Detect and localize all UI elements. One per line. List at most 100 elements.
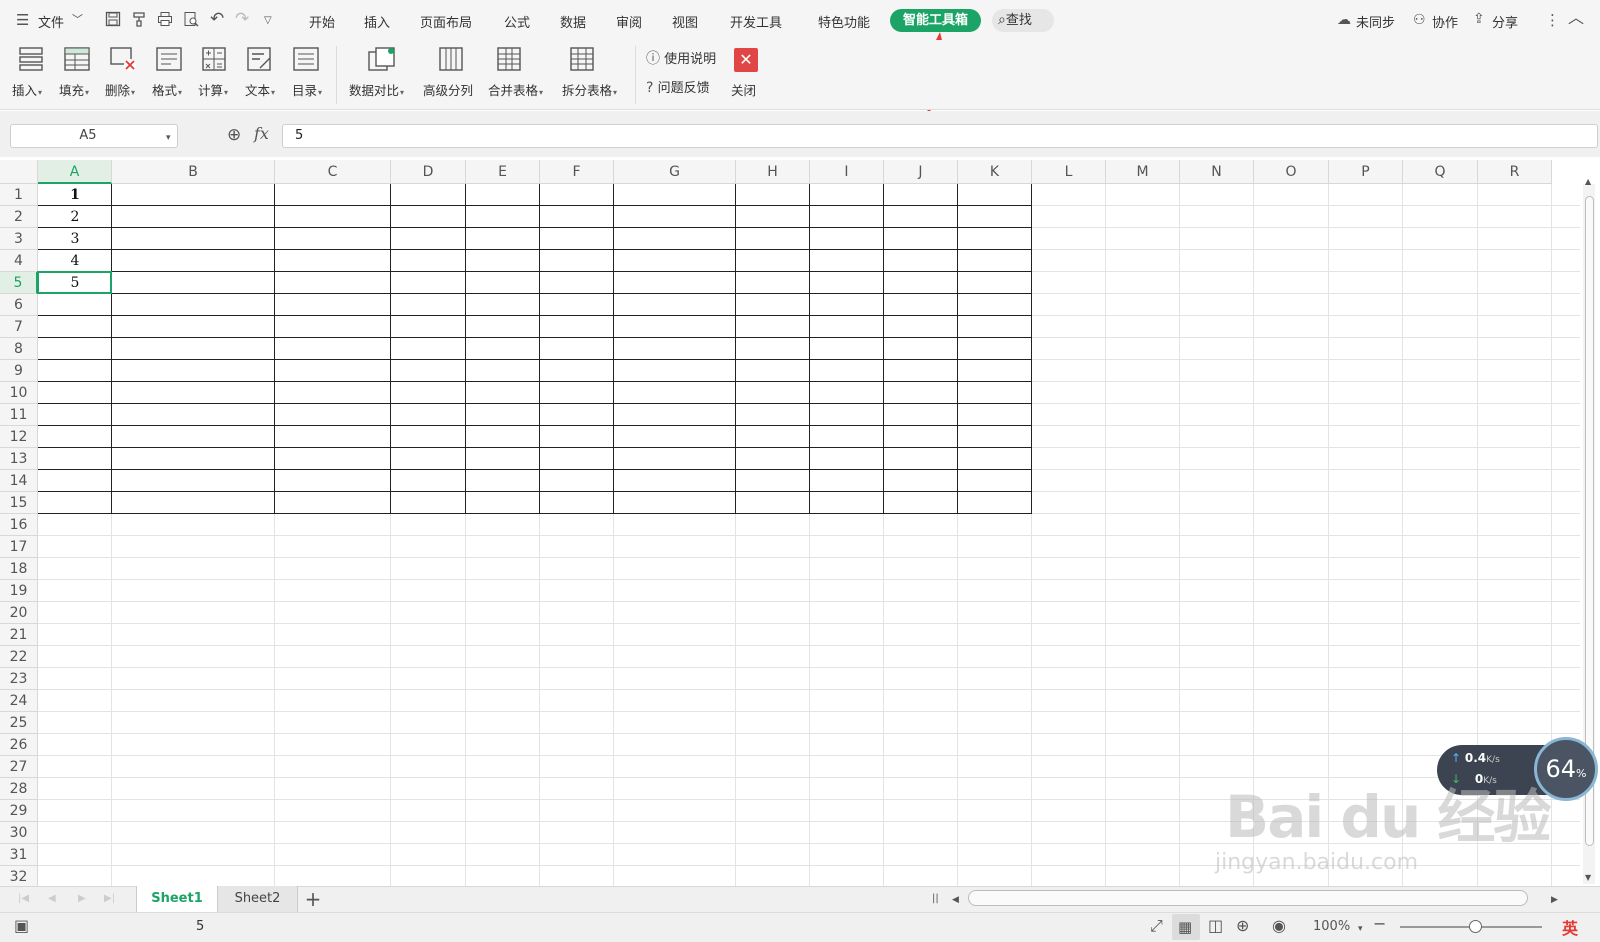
tab-formulas[interactable]: 公式 xyxy=(504,12,530,31)
row-header-22[interactable]: 22 xyxy=(0,646,38,668)
column-header-Q[interactable]: Q xyxy=(1403,160,1478,184)
row-header-2[interactable]: 2 xyxy=(0,206,38,228)
row-header-6[interactable]: 6 xyxy=(0,294,38,316)
row-header-14[interactable]: 14 xyxy=(0,470,38,492)
column-header-A[interactable]: A xyxy=(38,160,112,184)
merge-tables-label[interactable]: 合并表格▾ xyxy=(488,80,543,99)
cell-A1[interactable]: 1 xyxy=(38,184,112,206)
column-header-B[interactable]: B xyxy=(112,160,275,184)
feedback-button[interactable]: ? 问题反馈 xyxy=(646,77,710,96)
formula-input[interactable]: 5 xyxy=(282,124,1598,148)
select-all-corner[interactable] xyxy=(0,160,38,184)
close-label[interactable]: 关闭 xyxy=(731,80,756,99)
scroll-right-icon[interactable]: ▶ xyxy=(1551,892,1558,908)
calculate-button[interactable] xyxy=(194,46,234,72)
cell-A2[interactable]: 2 xyxy=(38,206,112,228)
tab-review[interactable]: 审阅 xyxy=(616,12,642,31)
column-header-O[interactable]: O xyxy=(1254,160,1329,184)
row-header-21[interactable]: 21 xyxy=(0,624,38,646)
normal-view-button[interactable]: ▦ xyxy=(1172,914,1200,940)
row-header-13[interactable]: 13 xyxy=(0,448,38,470)
column-header-M[interactable]: M xyxy=(1106,160,1180,184)
prev-sheet-icon[interactable]: ◀ xyxy=(48,891,56,907)
eye-protection-icon[interactable]: ◉ xyxy=(1272,918,1286,934)
fullscreen-icon[interactable]: ⤢ xyxy=(1150,918,1163,934)
customize-toolbar-icon[interactable]: ▽ xyxy=(264,13,272,29)
first-sheet-icon[interactable]: |◀ xyxy=(18,891,29,907)
tab-home[interactable]: 开始 xyxy=(309,12,335,31)
column-header-I[interactable]: I xyxy=(810,160,884,184)
help-button[interactable]: ⓘ 使用说明 xyxy=(646,48,716,67)
save-icon[interactable] xyxy=(105,11,121,30)
row-header-16[interactable]: 16 xyxy=(0,514,38,536)
advanced-split-label[interactable]: 高级分列 xyxy=(423,80,473,99)
collaborate-button[interactable]: 协作 xyxy=(1432,12,1458,31)
sync-status[interactable]: 未同步 xyxy=(1356,12,1395,31)
collapse-ribbon-icon[interactable]: ︿ xyxy=(1568,10,1584,26)
tab-data[interactable]: 数据 xyxy=(560,12,586,31)
column-header-F[interactable]: F xyxy=(540,160,614,184)
tab-page-layout[interactable]: 页面布局 xyxy=(420,12,472,31)
cell-A4[interactable]: 4 xyxy=(38,250,112,272)
function-icon[interactable]: fx xyxy=(254,126,269,142)
split-handle-icon[interactable]: || xyxy=(932,891,939,907)
ime-indicator[interactable]: 英 xyxy=(1562,915,1578,939)
fill-label[interactable]: 填充▾ xyxy=(59,80,89,99)
format-painter-icon[interactable] xyxy=(131,11,147,30)
row-header-19[interactable]: 19 xyxy=(0,580,38,602)
column-header-G[interactable]: G xyxy=(614,160,736,184)
chevron-down-icon[interactable]: ﹀ xyxy=(72,12,83,28)
zoom-formula-icon[interactable]: ⊕ xyxy=(227,127,241,144)
row-header-4[interactable]: 4 xyxy=(0,250,38,272)
column-header-L[interactable]: L xyxy=(1032,160,1106,184)
row-header-30[interactable]: 30 xyxy=(0,822,38,844)
split-tables-button[interactable] xyxy=(562,46,602,72)
row-header-17[interactable]: 17 xyxy=(0,536,38,558)
delete-label[interactable]: 删除▾ xyxy=(105,80,135,99)
close-icon[interactable]: ✕ xyxy=(734,48,758,72)
scroll-up-icon[interactable]: ▲ xyxy=(1585,174,1591,190)
redo-icon[interactable]: ↷ xyxy=(235,11,249,28)
tab-special-features[interactable]: 特色功能 xyxy=(818,12,870,31)
row-header-15[interactable]: 15 xyxy=(0,492,38,514)
column-header-N[interactable]: N xyxy=(1180,160,1254,184)
text-button[interactable] xyxy=(240,46,280,72)
more-options-icon[interactable]: ⋮ xyxy=(1545,12,1560,28)
row-header-18[interactable]: 18 xyxy=(0,558,38,580)
column-header-H[interactable]: H xyxy=(736,160,810,184)
row-header-29[interactable]: 29 xyxy=(0,800,38,822)
page-break-view-icon[interactable]: ◫ xyxy=(1208,918,1223,934)
hamburger-menu-icon[interactable]: ☰ xyxy=(16,12,29,28)
row-header-32[interactable]: 32 xyxy=(0,866,38,888)
name-box-dropdown-icon[interactable]: ▾ xyxy=(166,130,171,146)
data-compare-label[interactable]: 数据对比▾ xyxy=(349,80,404,99)
zoom-level[interactable]: 100% xyxy=(1313,919,1350,934)
format-label[interactable]: 格式▾ xyxy=(152,80,182,99)
share-button[interactable]: 分享 xyxy=(1492,12,1518,31)
row-header-20[interactable]: 20 xyxy=(0,602,38,624)
delete-button[interactable] xyxy=(103,46,143,72)
zoom-dropdown-icon[interactable]: ▾ xyxy=(1358,921,1363,937)
row-header-5[interactable]: 5 xyxy=(0,272,38,294)
row-header-26[interactable]: 26 xyxy=(0,734,38,756)
data-compare-button[interactable] xyxy=(362,46,402,72)
print-icon[interactable] xyxy=(157,11,173,30)
merge-tables-button[interactable] xyxy=(489,46,529,72)
row-header-10[interactable]: 10 xyxy=(0,382,38,404)
sheet-tab-sheet2[interactable]: Sheet2 xyxy=(218,886,298,912)
column-header-J[interactable]: J xyxy=(884,160,958,184)
row-header-1[interactable]: 1 xyxy=(0,184,38,206)
column-header-D[interactable]: D xyxy=(391,160,466,184)
add-sheet-icon[interactable]: + xyxy=(301,886,325,912)
row-header-7[interactable]: 7 xyxy=(0,316,38,338)
row-header-24[interactable]: 24 xyxy=(0,690,38,712)
reading-mode-icon[interactable]: ⊕ xyxy=(1236,918,1249,934)
row-header-11[interactable]: 11 xyxy=(0,404,38,426)
column-header-C[interactable]: C xyxy=(275,160,391,184)
print-preview-icon[interactable] xyxy=(183,11,199,30)
macro-record-icon[interactable]: ▣ xyxy=(14,918,29,934)
row-header-23[interactable]: 23 xyxy=(0,668,38,690)
row-header-27[interactable]: 27 xyxy=(0,756,38,778)
fill-button[interactable] xyxy=(57,46,97,72)
row-header-25[interactable]: 25 xyxy=(0,712,38,734)
